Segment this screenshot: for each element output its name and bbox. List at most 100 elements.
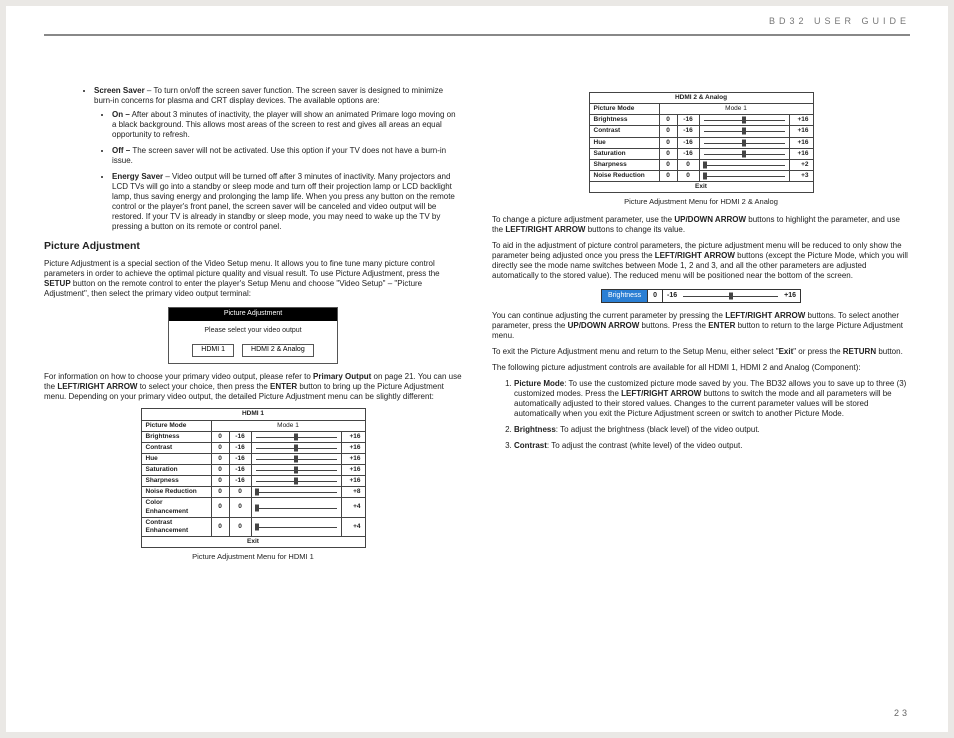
row-max: +16 [789,137,813,148]
row-slider [699,159,789,170]
mini-min: -16 [663,290,681,303]
dialog-buttons: HDMI 1 HDMI 2 & Analog [169,340,337,364]
bold-left-right: LEFT/RIGHT ARROW [621,389,701,398]
row-slider [251,498,341,517]
row-value: 0 [211,517,229,536]
list-item: On – After about 3 minutes of inactivity… [112,110,462,140]
text: to select your choice, then press the [137,382,270,391]
row-label: Picture Mode [589,104,659,115]
row-label: Saturation [589,148,659,159]
item-text: – Video output will be turned off after … [112,172,455,231]
table-row: Hue0-16+16 [141,453,365,464]
mode-value: Mode 1 [659,104,813,115]
section-heading-picture-adjustment: Picture Adjustment [44,240,462,253]
row-label: Sharpness [141,476,211,487]
menu-title: HDMI 1 [141,409,365,420]
row-max: +16 [789,148,813,159]
row-value: 0 [659,159,677,170]
mini-max: +16 [780,290,800,303]
paragraph: Picture Adjustment is a special section … [44,259,462,299]
item-lead: Contrast [514,441,547,450]
mini-label: Brightness [602,290,648,303]
row-max: +3 [789,170,813,181]
menu-exit[interactable]: Exit [589,182,813,193]
menu-exit[interactable]: Exit [141,536,365,547]
row-slider [699,170,789,181]
row-slider [699,137,789,148]
row-max: +16 [341,431,365,442]
item-lead: Energy Saver [112,172,163,181]
table-row: Contrast0-16+16 [141,442,365,453]
row-min: -16 [677,126,699,137]
screen-saver-list: Screen Saver – To turn on/off the screen… [44,86,462,232]
controls-ordered-list: Picture Mode: To use the customized pict… [492,379,910,451]
table-row: Sharpness00+2 [589,159,813,170]
row-slider [251,442,341,453]
row-min: -16 [229,442,251,453]
paragraph: You can continue adjusting the current p… [492,311,910,341]
paragraph: To exit the Picture Adjustment menu and … [492,347,910,357]
bold-up-down: UP/DOWN ARROW [568,321,640,330]
row-label: Color Enhancement [141,498,211,517]
paragraph: To aid in the adjustment of picture cont… [492,241,910,281]
bold-enter: ENTER [708,321,735,330]
text: button. [876,347,903,356]
text: button on the remote control to enter th… [44,279,422,298]
row-value: 0 [211,442,229,453]
row-slider [251,453,341,464]
row-max: +8 [341,487,365,498]
menu-caption-hdmi2: Picture Adjustment Menu for HDMI 2 & Ana… [492,197,910,206]
bold-exit: Exit [779,347,794,356]
item-lead: On – [112,110,130,119]
row-value: 0 [211,487,229,498]
row-slider [699,115,789,126]
row-max: +16 [341,442,365,453]
table-row: Noise Reduction00+3 [589,170,813,181]
row-max: +16 [789,126,813,137]
table-row: Brightness0-16+16 [589,115,813,126]
row-slider [251,431,341,442]
row-label: Brightness [589,115,659,126]
row-slider [251,517,341,536]
text: For information on how to choose your pr… [44,372,313,381]
paragraph: For information on how to choose your pr… [44,372,462,402]
row-max: +16 [341,453,365,464]
row-label: Saturation [141,465,211,476]
row-value: 0 [211,431,229,442]
row-max: +16 [341,465,365,476]
menu-table-hdmi2: HDMI 2 & AnalogPicture ModeMode 1Brightn… [589,92,814,193]
row-min: -16 [677,115,699,126]
table-row: Sharpness0-16+16 [141,476,365,487]
dialog-button-hdmi2[interactable]: HDMI 2 & Analog [242,344,314,358]
text: " or press the [793,347,843,356]
item-lead: Picture Mode [514,379,564,388]
item-text: : To adjust the contrast (white level) o… [547,441,743,450]
row-label: Contrast Enhancement [141,517,211,536]
row-label: Noise Reduction [589,170,659,181]
row-min: 0 [229,498,251,517]
item-lead: Off – [112,146,130,155]
doc-title: BD32 USER GUIDE [769,16,910,26]
page: BD32 USER GUIDE Screen Saver – To turn o… [6,6,948,732]
item-text: : To adjust the brightness (black level)… [556,425,760,434]
row-min: 0 [677,170,699,181]
row-min: -16 [229,465,251,476]
bold-left-right: LEFT/RIGHT ARROW [505,225,585,234]
row-label: Picture Mode [141,420,211,431]
row-max: +2 [789,159,813,170]
picture-adjustment-dialog: Picture Adjustment Please select your vi… [168,307,338,364]
mini-adjust-bar: Brightness 0 -16 +16 [601,289,801,304]
menu-table-hdmi1: HDMI 1Picture ModeMode 1Brightness0-16+1… [141,408,366,548]
row-min: -16 [229,453,251,464]
row-min: 0 [229,487,251,498]
dialog-button-hdmi1[interactable]: HDMI 1 [192,344,234,358]
row-value: 0 [659,115,677,126]
row-label: Sharpness [589,159,659,170]
page-number: 23 [894,708,910,718]
list-item: Brightness: To adjust the brightness (bl… [514,425,910,435]
list-item: Off – The screen saver will not be activ… [112,146,462,166]
row-min: -16 [229,431,251,442]
bold-return: RETURN [843,347,876,356]
row-value: 0 [659,170,677,181]
bold-primary-output: Primary Output [313,372,371,381]
